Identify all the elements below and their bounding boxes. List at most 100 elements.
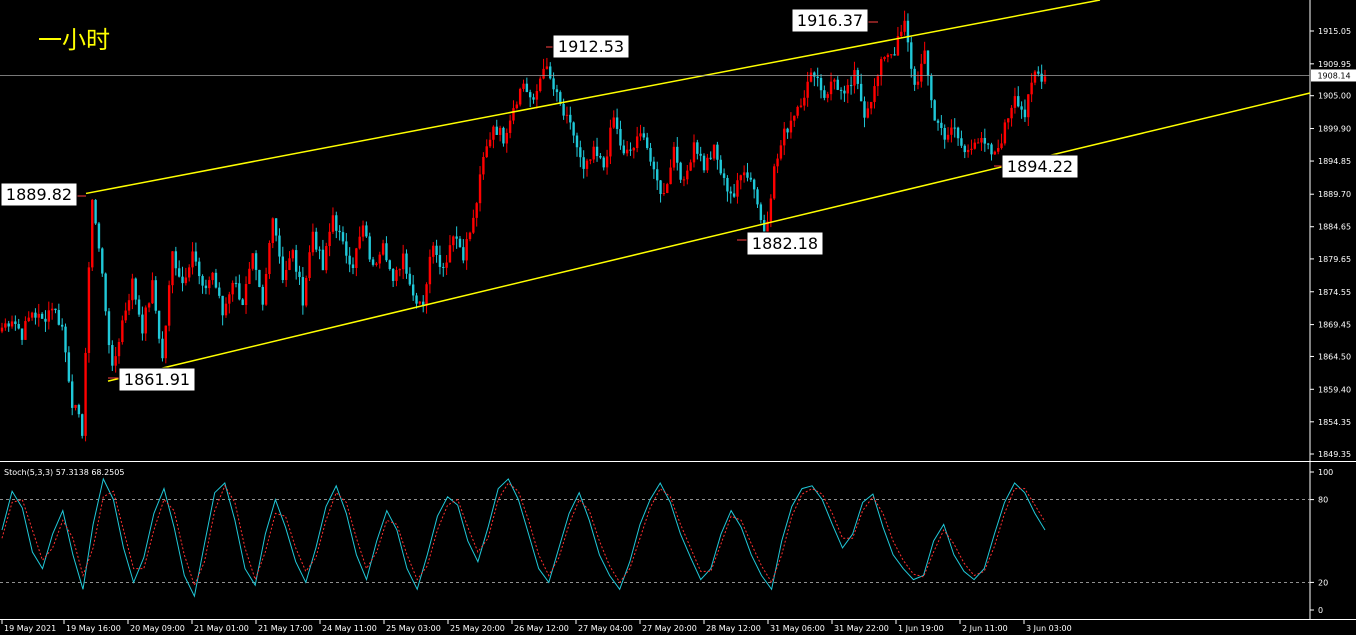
candle-body xyxy=(378,254,381,264)
time-tick-label: 25 May 03:00 xyxy=(386,624,441,633)
candle-body xyxy=(736,180,739,197)
candle-body xyxy=(786,128,789,133)
time-tick-label: 19 May 2021 xyxy=(4,624,56,633)
candle-body xyxy=(963,145,966,153)
candle-body xyxy=(652,161,656,170)
candle-body xyxy=(769,198,773,222)
candle-body xyxy=(124,310,127,321)
candle-body xyxy=(425,284,428,306)
candle-body xyxy=(10,321,14,327)
candle-body xyxy=(30,312,34,318)
candle-body xyxy=(428,256,432,285)
candle-body xyxy=(164,325,168,359)
candle-body xyxy=(619,128,622,146)
candle-body xyxy=(672,146,676,168)
candle-body xyxy=(238,283,241,300)
candle-body xyxy=(455,236,458,239)
candle-body xyxy=(869,101,873,109)
candle-body xyxy=(288,258,291,270)
candle-body xyxy=(913,68,916,85)
candle-body xyxy=(127,300,131,311)
candle-body xyxy=(729,191,732,194)
candle-body xyxy=(114,356,117,366)
candle-body xyxy=(575,135,579,148)
time-tick-label: 24 May 11:00 xyxy=(322,624,377,633)
candle-body xyxy=(879,59,883,77)
price-axis-ticks: 1915.05 1909.95 1905.00 1899.90 1894.85 1889.… xyxy=(1310,27,1351,459)
candle-body xyxy=(208,280,211,289)
candle-body xyxy=(468,232,472,240)
candle-body xyxy=(475,203,478,218)
candle-body xyxy=(752,179,756,190)
candle-body xyxy=(472,217,475,233)
candle-body xyxy=(843,90,846,94)
candle-body xyxy=(996,148,1000,152)
candle-body xyxy=(305,277,308,306)
candle-body xyxy=(371,259,375,265)
price-tick-label: 1889.70 xyxy=(1318,190,1351,199)
candle-body xyxy=(545,66,549,69)
candle-body xyxy=(188,267,191,278)
candle-body xyxy=(806,81,809,98)
candle-body xyxy=(435,245,438,255)
candle-body xyxy=(27,317,30,322)
candle-body xyxy=(549,66,552,79)
candle-body xyxy=(706,157,709,171)
candle-body xyxy=(251,253,254,269)
time-tick-label: 31 May 06:00 xyxy=(770,624,825,633)
candle-body xyxy=(886,54,890,58)
candle-body xyxy=(1030,82,1033,95)
time-tick-label: 20 May 09:00 xyxy=(130,624,185,633)
candle-body xyxy=(582,157,585,169)
candle-body xyxy=(602,157,605,168)
candle-body xyxy=(742,172,746,176)
stoch-tick-label: 0 xyxy=(1318,606,1323,615)
candle-body xyxy=(198,261,201,277)
stoch-pane-background xyxy=(0,463,1310,619)
candle-body xyxy=(157,310,161,339)
candle-body xyxy=(57,310,61,325)
candle-body xyxy=(649,147,652,162)
candle-body xyxy=(355,248,358,268)
annotation-label: 1912.53 xyxy=(558,37,624,56)
candle-body xyxy=(635,136,639,149)
candle-body xyxy=(1023,109,1027,118)
candle-body xyxy=(528,92,532,98)
candle-body xyxy=(936,120,940,123)
candle-body xyxy=(910,42,913,69)
candle-body xyxy=(859,83,863,102)
candle-body xyxy=(161,338,164,359)
candle-body xyxy=(983,138,987,144)
candle-body xyxy=(682,179,686,181)
candle-body xyxy=(495,126,498,135)
candle-body xyxy=(592,146,595,160)
candle-body xyxy=(498,127,502,135)
candle-body xyxy=(1010,107,1013,119)
candle-body xyxy=(943,128,946,140)
time-tick-label: 27 May 04:00 xyxy=(578,624,633,633)
price-tick-label: 1909.95 xyxy=(1318,60,1351,69)
timeframe-title: 一小时 xyxy=(38,26,110,54)
candle-body xyxy=(799,105,803,107)
price-tick-label: 1869.45 xyxy=(1318,321,1351,330)
stoch-tick-label: 20 xyxy=(1318,578,1328,587)
time-tick-label: 28 May 12:00 xyxy=(706,624,761,633)
candle-body xyxy=(686,170,689,180)
candle-body xyxy=(151,280,154,304)
candle-body xyxy=(692,142,696,163)
candle-body xyxy=(508,120,512,133)
candle-body xyxy=(368,236,371,260)
candle-body xyxy=(789,120,793,133)
chart-canvas: 1908.14 1915.05 1909.95 1905.00 1899.90 1894… xyxy=(0,0,1356,633)
candle-body xyxy=(34,312,37,318)
stoch-axis-ticks: 100 80 20 0 xyxy=(1310,468,1333,615)
candle-body xyxy=(779,145,783,159)
candle-body xyxy=(432,245,435,257)
candle-body xyxy=(803,97,806,106)
candle-body xyxy=(666,184,669,193)
candle-body xyxy=(47,310,51,322)
candle-body xyxy=(141,314,144,334)
candle-body xyxy=(341,232,345,242)
candle-body xyxy=(40,313,44,319)
candle-body xyxy=(539,78,542,92)
